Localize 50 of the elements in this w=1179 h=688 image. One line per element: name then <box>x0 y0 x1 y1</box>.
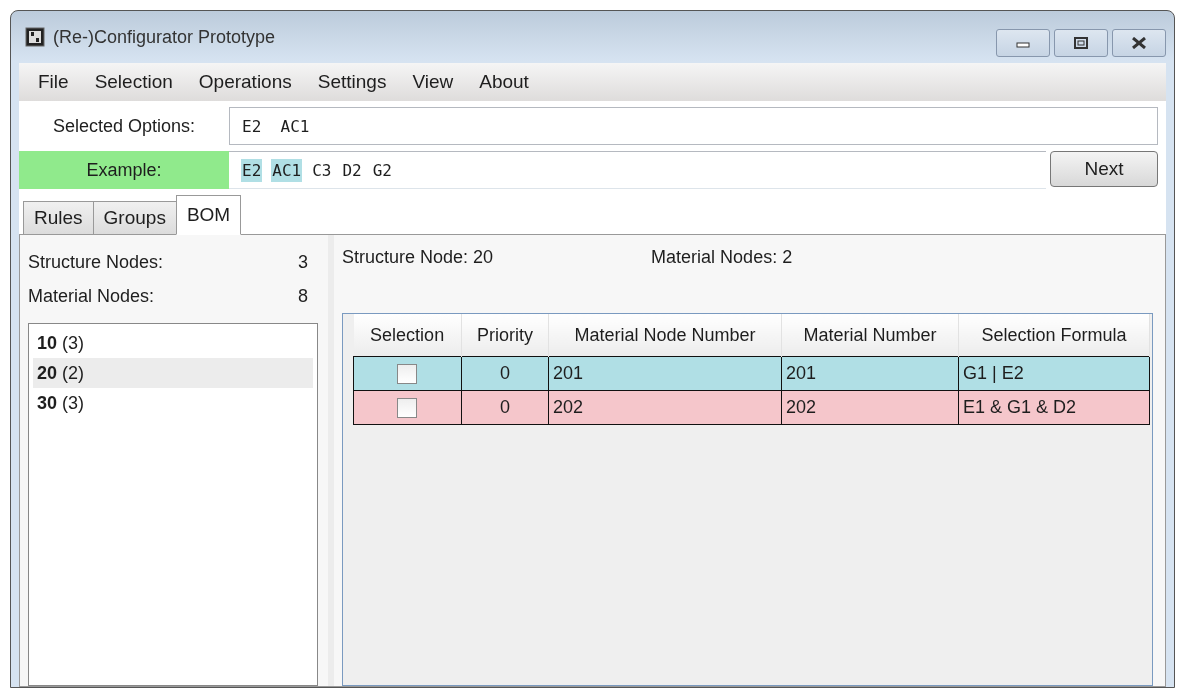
app-icon <box>25 27 45 47</box>
menu-item[interactable]: File <box>25 71 82 93</box>
table-cell: 201 <box>548 356 782 391</box>
summary-value: 8 <box>298 285 308 307</box>
menu-item[interactable]: About <box>466 71 542 93</box>
table-cell: G1 | E2 <box>958 356 1150 391</box>
table-cell: 202 <box>781 390 959 425</box>
table-cell: E1 & G1 & D2 <box>958 390 1150 425</box>
tab[interactable]: Groups <box>92 201 177 235</box>
menu-item[interactable]: Selection <box>81 71 186 93</box>
maximize-button[interactable] <box>1054 29 1108 57</box>
table-cell: 0 <box>461 356 549 391</box>
list-item[interactable]: 20 (2) <box>33 358 313 388</box>
window-title: (Re-)Configurator Prototype <box>53 26 277 48</box>
option-token: G2 <box>371 159 393 182</box>
column-header[interactable]: Material Number <box>781 314 959 357</box>
field-label: Selected Options: <box>51 114 197 138</box>
option-token: D2 <box>341 159 363 182</box>
close-button[interactable] <box>1112 29 1166 57</box>
table-cell: 201 <box>781 356 959 391</box>
option-token: C3 <box>311 159 333 182</box>
table-cell: 202 <box>548 390 782 425</box>
close-icon <box>1132 37 1146 49</box>
option-token: AC1 <box>271 158 303 182</box>
selected-options-field[interactable]: E2 AC1 <box>229 107 1158 145</box>
summary-value: 3 <box>298 251 308 273</box>
menu-item[interactable]: Operations <box>185 71 305 93</box>
next-button[interactable]: Next <box>1050 151 1158 187</box>
column-header[interactable]: Material Node Number <box>548 314 782 357</box>
column-header[interactable]: Selection <box>353 314 462 357</box>
list-item[interactable]: 30 (3) <box>33 388 313 418</box>
tab[interactable]: Rules <box>23 201 94 235</box>
checkbox[interactable] <box>397 398 418 419</box>
summary-label: Material Nodes: <box>28 285 155 307</box>
menu-item[interactable]: Settings <box>304 71 400 93</box>
tab[interactable]: BOM <box>175 195 242 235</box>
example-label: Example: <box>19 151 229 189</box>
maximize-icon <box>1074 37 1088 49</box>
material-nodes-label: Material Nodes: 2 <box>651 246 793 268</box>
checkbox[interactable] <box>397 364 418 385</box>
option-token: E2 <box>241 158 263 182</box>
table-row[interactable]: 0 201 201 G1 | E2 <box>353 356 1150 391</box>
column-header[interactable]: Priority <box>461 314 549 357</box>
structure-node-label: Structure Node: 20 <box>342 246 494 268</box>
table-cell: 0 <box>461 390 549 425</box>
column-header[interactable]: Selection Formula <box>958 314 1150 357</box>
menu-item[interactable]: View <box>399 71 467 93</box>
table-row[interactable]: 0 202 202 E1 & G1 & D2 <box>353 390 1150 425</box>
summary-label: Structure Nodes: <box>28 251 164 273</box>
list-item[interactable]: 10 (3) <box>33 328 313 358</box>
